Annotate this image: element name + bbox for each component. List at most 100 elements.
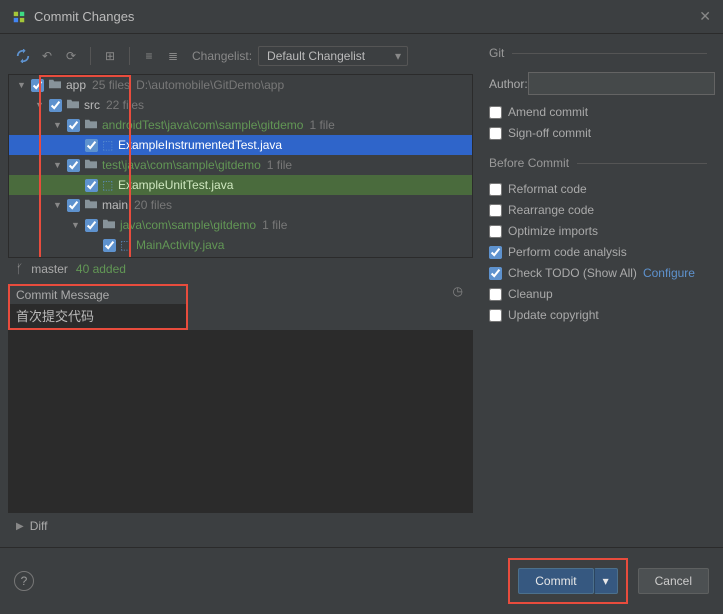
file-checkbox[interactable] [85, 139, 98, 152]
tree-node[interactable]: ▼ main 20 files [9, 195, 472, 215]
history-icon[interactable]: ◷ [453, 284, 463, 298]
file-checkbox[interactable] [85, 179, 98, 192]
file-checkbox[interactable] [67, 119, 80, 132]
expand-arrow-icon[interactable]: ▼ [53, 160, 63, 170]
expand-arrow-icon[interactable]: ▼ [71, 220, 81, 230]
java-file-icon: ⬚ [102, 178, 118, 192]
analysis-checkbox[interactable] [489, 246, 502, 259]
java-file-icon: ⬚ [102, 138, 118, 152]
chevron-right-icon: ▶ [16, 521, 24, 532]
amend-checkbox[interactable] [489, 106, 502, 119]
analysis-label: Perform code analysis [508, 245, 627, 259]
tree-node[interactable]: ⬚MainActivity.java [9, 235, 472, 255]
signoff-checkbox[interactable] [489, 127, 502, 140]
node-label: main [102, 198, 128, 212]
node-count: 1 file [267, 158, 292, 172]
todo-label: Check TODO (Show All) [508, 266, 637, 280]
commit-button[interactable]: Commit [518, 568, 593, 594]
group-icon[interactable]: ⊞ [101, 47, 119, 65]
close-icon[interactable]: ✕ [699, 8, 711, 25]
commit-dropdown-button[interactable]: ▾ [594, 568, 618, 594]
node-count: 20 files [134, 198, 172, 212]
node-count: 25 files [92, 78, 130, 92]
undo-icon[interactable]: ↶ [38, 47, 56, 65]
cleanup-label: Cleanup [508, 287, 553, 301]
commit-button-highlight: Commit ▾ [508, 558, 627, 604]
expand-arrow-icon[interactable]: ▼ [17, 80, 27, 90]
diff-section[interactable]: ▶ Diff [8, 513, 473, 539]
cancel-button[interactable]: Cancel [638, 568, 709, 594]
tree-node[interactable]: ▼ src 22 files [9, 95, 472, 115]
rearrange-label: Rearrange code [508, 203, 594, 217]
file-checkbox[interactable] [31, 79, 44, 92]
reformat-checkbox[interactable] [489, 183, 502, 196]
node-label: java\com\sample\gitdemo [120, 218, 256, 232]
commit-message-input[interactable] [10, 304, 186, 328]
commit-message-area[interactable] [8, 330, 473, 514]
node-count: 22 files [106, 98, 144, 112]
node-label: ExampleUnitTest.java [118, 178, 233, 192]
tree-node[interactable]: ⬚ExampleUnitTest.java [9, 175, 472, 195]
tree-node[interactable]: ▼ androidTest\java\com\sample\gitdemo 1 fi… [9, 115, 472, 135]
android-studio-icon [12, 10, 26, 24]
node-label: test\java\com\sample\gitdemo [102, 158, 261, 172]
node-label: src [84, 98, 100, 112]
author-label: Author: [489, 77, 528, 91]
file-checkbox[interactable] [103, 239, 116, 252]
signoff-label: Sign-off commit [508, 126, 591, 140]
diff-label: Diff [30, 519, 48, 533]
file-checkbox[interactable] [67, 199, 80, 212]
file-checkbox[interactable] [67, 159, 80, 172]
tree-node[interactable]: ▼res18 files [9, 255, 472, 258]
tree-node[interactable]: ⬚ExampleInstrumentedTest.java [9, 135, 472, 155]
folder-icon [84, 118, 102, 133]
todo-checkbox[interactable] [489, 267, 502, 280]
folder-icon [66, 98, 84, 113]
tree-node[interactable]: ▼app25 filesD:\automobile\GitDemo\app [9, 75, 472, 95]
expand-arrow-icon[interactable]: ▼ [35, 100, 45, 110]
toolbar: ↶ ⟳ ⊞ ≡ ≣ Changelist: Default Changelist [8, 42, 473, 70]
branch-name: master [31, 262, 68, 276]
node-label: MainActivity.java [136, 238, 224, 252]
expand-icon[interactable]: ≡ [140, 47, 158, 65]
folder-icon [48, 78, 66, 93]
node-count: 1 file [262, 218, 287, 232]
java-file-icon: ⬚ [120, 238, 136, 252]
redo-icon[interactable]: ⟳ [62, 47, 80, 65]
before-commit-title: Before Commit [489, 156, 707, 174]
configure-link[interactable]: Configure [643, 266, 695, 280]
tree-node[interactable]: ▼ java\com\sample\gitdemo 1 file [9, 215, 472, 235]
copyright-checkbox[interactable] [489, 309, 502, 322]
expand-arrow-icon[interactable]: ▼ [53, 200, 63, 210]
folder-icon [84, 158, 102, 173]
file-checkbox[interactable] [85, 219, 98, 232]
changelist-dropdown[interactable]: Default Changelist [258, 46, 408, 66]
reformat-label: Reformat code [508, 182, 587, 196]
help-icon[interactable]: ? [14, 571, 34, 591]
author-input[interactable] [528, 72, 715, 95]
cleanup-checkbox[interactable] [489, 288, 502, 301]
refresh-icon[interactable] [14, 47, 32, 65]
commit-message-label: Commit Message [16, 288, 180, 302]
node-label: ExampleInstrumentedTest.java [118, 138, 282, 152]
file-checkbox[interactable] [49, 99, 62, 112]
changelist-label: Changelist: [192, 49, 252, 63]
node-count: 1 file [309, 118, 334, 132]
tree-node[interactable]: ▼ test\java\com\sample\gitdemo 1 file [9, 155, 472, 175]
expand-arrow-icon[interactable]: ▼ [53, 120, 63, 130]
folder-icon [84, 198, 102, 213]
commit-message-section: Commit Message [8, 284, 188, 330]
folder-icon [102, 218, 120, 233]
branch-row: ᚶ master 40 added [8, 258, 473, 280]
collapse-icon[interactable]: ≣ [164, 47, 182, 65]
dialog-title: Commit Changes [34, 9, 699, 24]
node-label: androidTest\java\com\sample\gitdemo [102, 118, 303, 132]
rearrange-checkbox[interactable] [489, 204, 502, 217]
git-section-title: Git [489, 46, 707, 64]
optimize-label: Optimize imports [508, 224, 598, 238]
file-tree[interactable]: ▼app25 filesD:\automobile\GitDemo\app▼sr… [8, 74, 473, 258]
branch-icon: ᚶ [16, 262, 23, 276]
amend-label: Amend commit [508, 105, 588, 119]
optimize-checkbox[interactable] [489, 225, 502, 238]
copyright-label: Update copyright [508, 308, 599, 322]
